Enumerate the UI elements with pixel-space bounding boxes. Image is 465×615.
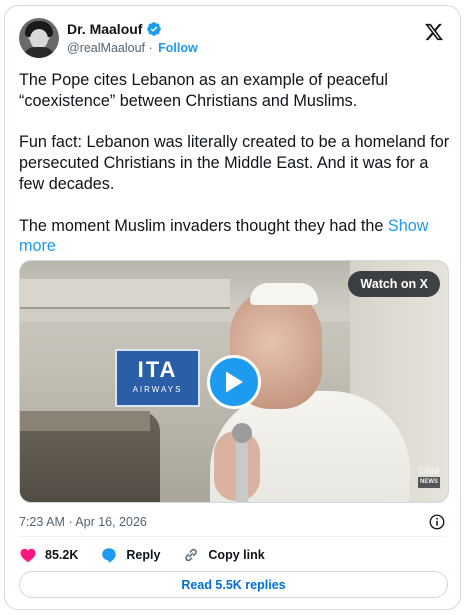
- reply-button[interactable]: Reply: [100, 546, 160, 564]
- like-button[interactable]: 85.2K: [19, 546, 78, 564]
- follow-button[interactable]: Follow: [158, 41, 198, 55]
- copy-link-button[interactable]: Copy link: [182, 546, 265, 564]
- video-overhead-bin: [20, 279, 230, 309]
- tweet-paragraph-2: Fun fact: Lebanon was literally created …: [19, 133, 450, 193]
- microphone-head: [232, 423, 252, 443]
- reply-icon: [102, 548, 117, 563]
- airline-sign-main: ITA: [137, 357, 178, 382]
- avatar-shirt: [23, 47, 55, 58]
- play-button[interactable]: [207, 355, 261, 409]
- x-logo-icon[interactable]: [424, 22, 444, 42]
- avatar[interactable]: [19, 18, 59, 58]
- heart-icon: [20, 548, 36, 563]
- watch-on-x-button[interactable]: Watch on X: [348, 271, 440, 297]
- tweet-paragraph-3: The moment Muslim invaders thought they …: [19, 216, 451, 258]
- video-player[interactable]: ITA AIRWAYS DRM NEWS Watch on X: [19, 260, 449, 503]
- speaker-zucchetto: [250, 283, 318, 305]
- info-icon[interactable]: [428, 513, 446, 531]
- author-name[interactable]: Dr. Maalouf: [67, 21, 142, 37]
- video-airline-sign: ITA AIRWAYS: [115, 349, 200, 407]
- timestamp-row: 7:23 AM · Apr 16, 2026: [19, 512, 446, 532]
- author-handle-row: @realMaalouf · Follow: [67, 41, 198, 55]
- tweet-text: The Pope cites Lebanon as an example of …: [19, 70, 451, 257]
- play-icon: [226, 371, 243, 393]
- author-handle[interactable]: @realMaalouf: [67, 41, 145, 55]
- copy-link-label: Copy link: [208, 548, 265, 562]
- tweet-header: Dr. Maalouf @realMaalouf · Follow: [19, 18, 446, 60]
- link-icon: [185, 548, 198, 562]
- read-replies-button[interactable]: Read 5.5K replies: [19, 571, 448, 598]
- video-seat-stripe: [20, 411, 150, 431]
- like-count: 85.2K: [45, 548, 79, 562]
- tweet-paragraph-3-text: The moment Muslim invaders thought they …: [19, 216, 388, 235]
- divider: [19, 536, 446, 537]
- action-bar: 85.2K Reply Copy link: [19, 543, 287, 567]
- reply-label: Reply: [126, 548, 161, 562]
- avatar-face: [30, 29, 48, 49]
- airline-sign-sub: AIRWAYS: [132, 385, 183, 394]
- verified-badge-icon: [147, 22, 162, 36]
- timestamp[interactable]: 7:23 AM · Apr 16, 2026: [19, 515, 147, 529]
- handle-separator-space: [153, 41, 156, 55]
- video-watermark: DRM NEWS: [418, 467, 440, 488]
- watermark-sub: NEWS: [418, 477, 440, 488]
- tweet-paragraph-1: The Pope cites Lebanon as an example of …: [19, 71, 388, 110]
- tweet-card[interactable]: Dr. Maalouf @realMaalouf · Follow The Po…: [4, 5, 461, 610]
- watermark-main: DRM: [418, 466, 440, 476]
- author-name-row: Dr. Maalouf: [67, 21, 162, 37]
